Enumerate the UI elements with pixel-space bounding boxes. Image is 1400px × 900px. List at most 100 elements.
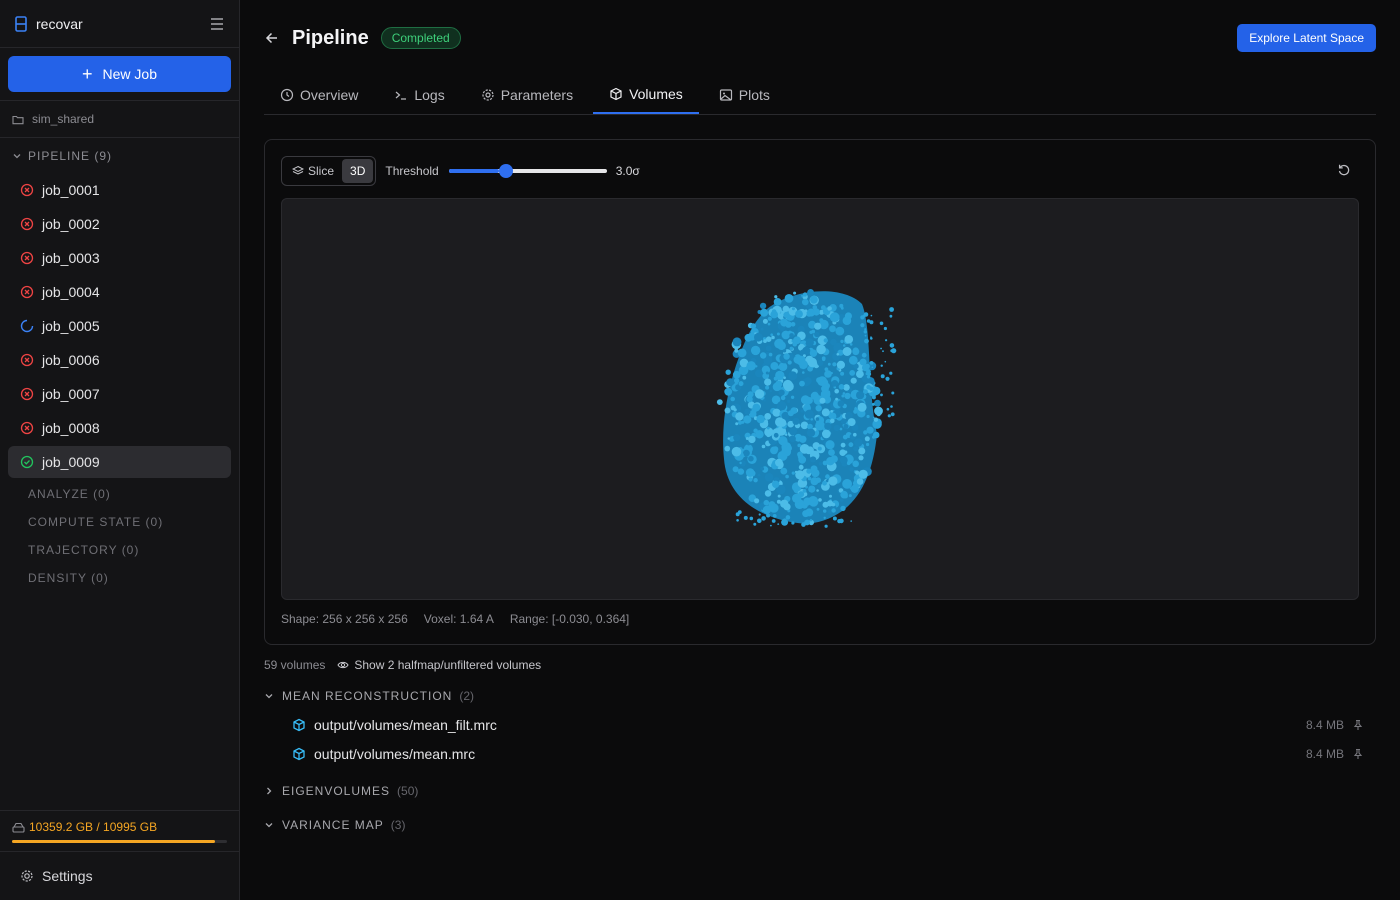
3d-mode-label: 3D [350,164,366,178]
volume-isosurface [716,289,897,528]
tab-logs[interactable]: Logs [378,76,460,114]
3d-mode-button[interactable]: 3D [342,159,374,183]
volume-file-path: output/volumes/mean.mrc [314,745,476,762]
job-list: job_0001 job_0002 job_0003 job_0004 job_0005… [0,174,239,478]
threshold-label: Threshold [385,164,439,178]
volume-group-header[interactable]: MEAN RECONSTRUCTION (2) [264,685,1376,707]
volume-file-size: 8.4 MB [1305,717,1344,732]
pin-icon[interactable] [1352,748,1364,760]
volume-viewer: Slice 3D Threshold 3.0σ Shape: 256 x 256… [264,139,1376,645]
page-title: Pipeline [292,26,369,49]
view-mode-toggle: Slice 3D [281,156,377,186]
job-name: job_0001 [42,182,100,198]
volume-meta: Shape: 256 x 256 x 256 Voxel: 1.64 A Ran… [281,612,1359,626]
volume-group-header[interactable]: VARIANCE MAP (3) [264,814,1376,836]
job-name: job_0006 [42,352,100,368]
new-job-button[interactable]: + New Job [8,56,231,92]
sidebar-job-job_0003[interactable]: job_0003 [8,242,231,274]
tab-volumes[interactable]: Volumes [593,76,699,114]
sidebar-section[interactable]: ANALYZE (0) [0,480,239,508]
hard-drive-icon [12,822,25,833]
storage-bar [12,840,227,843]
new-job-wrap: + New Job [0,48,239,101]
loader-icon [20,319,34,333]
chevron-right-icon [267,787,272,795]
sidebar-sections: ANALYZE (0) COMPUTE STATE (0) TRAJECTORY (… [0,480,239,592]
volume-group-header[interactable]: EIGENVOLUMES (50) [264,780,1376,802]
app-logo-icon [15,15,27,32]
job-name: job_0007 [42,386,100,402]
tab-parameters[interactable]: Parameters [465,76,589,114]
job-name: job_0002 [42,216,100,232]
volume-group: EIGENVOLUMES (50) [264,780,1376,802]
volume-range: Range: [-0.030, 0.364] [509,612,630,626]
storage-indicator: 10359.2 GB / 10995 GB [0,810,239,851]
slice-mode-button[interactable]: Slice [284,159,342,183]
sidebar-job-job_0008[interactable]: job_0008 [8,412,231,444]
menu-icon[interactable] [209,17,225,31]
volume-group-name: EIGENVOLUMES [282,784,391,798]
job-name: job_0003 [42,250,100,266]
sidebar-job-job_0006[interactable]: job_0006 [8,344,231,376]
sidebar-job-job_0001[interactable]: job_0001 [8,174,231,206]
tab-label: Volumes [629,86,683,102]
storage-bar-fill [12,840,215,843]
clock-icon [280,88,294,102]
chevron-down-icon [265,694,273,699]
layers-icon [292,165,304,175]
volume-voxel: Voxel: 1.64 A [423,612,494,626]
tab-plots[interactable]: Plots [703,76,786,114]
chevron-down-icon [13,154,21,159]
volume-file-row[interactable]: output/volumes/mean.mrc 8.4 MB [264,739,1376,768]
x-circle-icon [20,251,34,265]
tab-label: Plots [738,87,770,103]
sidebar-job-job_0009[interactable]: job_0009 [8,446,231,478]
sidebar-job-job_0007[interactable]: job_0007 [8,378,231,410]
folder-icon [12,115,24,124]
threshold-slider[interactable] [448,163,607,179]
volume-group-count: (3) [390,818,406,832]
volume-group-name: VARIANCE MAP [282,818,384,832]
project-selector[interactable]: sim_shared [0,101,239,138]
pipeline-heading: PIPELINE (9) [28,149,113,163]
tab-overview[interactable]: Overview [264,76,374,114]
sidebar-section[interactable]: TRAJECTORY (0) [0,536,239,564]
x-circle-icon [20,217,34,231]
x-circle-icon [20,183,34,197]
pin-icon[interactable] [1352,719,1364,731]
sidebar-job-job_0004[interactable]: job_0004 [8,276,231,308]
sidebar-job-job_0002[interactable]: job_0002 [8,208,231,240]
sidebar-job-job_0005[interactable]: job_0005 [8,310,231,342]
pipeline-section-head[interactable]: PIPELINE (9) [0,138,239,174]
image-icon [719,89,732,101]
job-name: job_0009 [42,454,100,470]
slider-handle[interactable] [499,164,514,178]
status-badge: Completed [380,27,461,49]
x-circle-icon [20,421,34,435]
sidebar-section[interactable]: DENSITY (0) [0,564,239,592]
volume-render-canvas[interactable] [281,198,1359,600]
show-halfmaps-label: Show 2 halfmap/unfiltered volumes [354,658,542,672]
job-name: job_0005 [42,318,100,334]
tab-label: Parameters [500,87,574,103]
volume-shape: Shape: 256 x 256 x 256 [281,612,408,626]
volume-group: MEAN RECONSTRUCTION (2) output/volumes/mea… [264,685,1376,768]
threshold-value: 3.0σ [615,164,640,178]
volume-group-count: (50) [397,784,419,798]
volume-file-row[interactable]: output/volumes/mean_filt.mrc 8.4 MB [264,710,1376,739]
explore-latent-space-button[interactable]: Explore Latent Space [1237,24,1376,52]
sidebar-section[interactable]: COMPUTE STATE (0) [0,508,239,536]
sidebar: recovar + New Job sim_shared PIPELINE (9… [0,0,240,900]
app-name: recovar [36,15,83,32]
settings-label: Settings [42,868,93,884]
cube-icon [293,718,305,731]
page-header: Pipeline Completed [264,0,1376,76]
job-name: job_0008 [42,420,100,436]
show-halfmaps-toggle[interactable]: Show 2 halfmap/unfiltered volumes [337,658,541,672]
reset-view-icon[interactable] [1337,163,1351,177]
settings-button[interactable]: Settings [0,851,239,900]
volume-group: VARIANCE MAP (3) [264,814,1376,836]
back-arrow-icon[interactable] [264,30,280,46]
check-circle-icon [20,455,34,469]
volume-groups: MEAN RECONSTRUCTION (2) output/volumes/mea… [264,685,1376,836]
